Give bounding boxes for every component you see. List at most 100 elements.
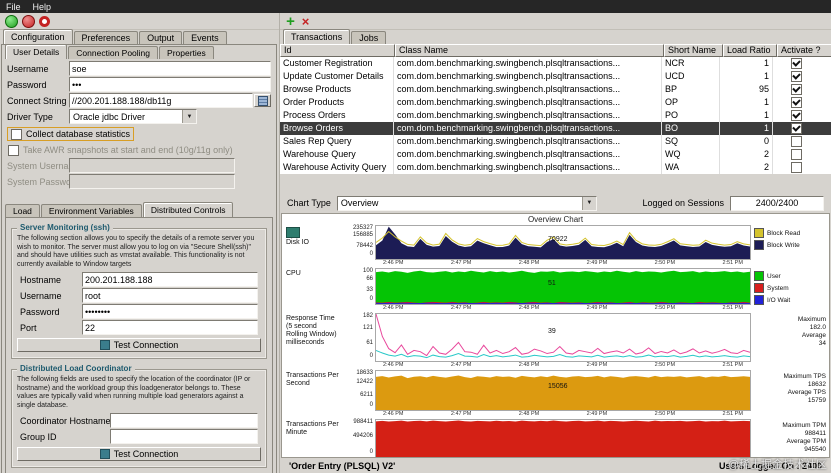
- tab-preferences[interactable]: Preferences: [74, 31, 139, 44]
- cell-cls: com.dom.benchmarking.swingbench.plsqltra…: [394, 161, 662, 174]
- start-benchmark-icon[interactable]: [5, 15, 18, 28]
- chart-row-4: Transactions Per Minute98841149420602:46…: [282, 419, 829, 458]
- delete-transaction-icon[interactable]: ×: [300, 16, 311, 27]
- port-input[interactable]: [82, 320, 258, 335]
- table-row[interactable]: Browse Orderscom.dom.benchmarking.swingb…: [280, 122, 831, 135]
- chevron-down-icon[interactable]: ▼: [582, 197, 596, 210]
- column-header-1[interactable]: Class Name: [395, 44, 664, 57]
- cell-ratio: 2: [720, 161, 773, 174]
- cell-cls: com.dom.benchmarking.swingbench.plsqltra…: [394, 96, 662, 109]
- tab-user-details[interactable]: User Details: [5, 44, 67, 59]
- tab-transactions[interactable]: Transactions: [283, 29, 350, 44]
- activate-checkbox[interactable]: [791, 110, 802, 121]
- benchmark-name: 'Order Entry (PLSQL) V2': [289, 461, 395, 471]
- cell-id: Update Customer Details: [280, 70, 394, 83]
- awr-row: Take AWR snapshots at start and end (10g…: [8, 144, 270, 156]
- tab-configuration[interactable]: Configuration: [3, 29, 73, 44]
- chart-annotation: 70922: [548, 236, 567, 243]
- cell-ratio: 1: [720, 122, 773, 135]
- tab-load[interactable]: Load: [5, 204, 40, 217]
- tab-connection-pooling[interactable]: Connection Pooling: [68, 46, 158, 59]
- activate-checkbox[interactable]: [791, 136, 802, 147]
- column-header-0[interactable]: Id: [280, 44, 395, 57]
- right-panel: + × Transactions Jobs IdClass NameShort …: [279, 13, 831, 473]
- main-tabs: Configuration Preferences Output Events: [0, 30, 279, 44]
- cell-activate: [773, 83, 820, 96]
- table-row[interactable]: Process Orderscom.dom.benchmarking.swing…: [280, 109, 831, 122]
- menu-help[interactable]: Help: [33, 2, 52, 12]
- hostname-input[interactable]: [82, 272, 258, 287]
- table-row[interactable]: Order Productscom.dom.benchmarking.swing…: [280, 96, 831, 109]
- chevron-down-icon[interactable]: ▼: [182, 110, 196, 123]
- activate-checkbox[interactable]: [791, 71, 802, 82]
- tab-properties[interactable]: Properties: [159, 46, 214, 59]
- menu-file[interactable]: File: [6, 2, 21, 12]
- cell-ratio: 95: [720, 83, 773, 96]
- activate-checkbox[interactable]: [791, 123, 802, 134]
- group-id-input[interactable]: [110, 429, 258, 444]
- grid-icon: [258, 96, 268, 106]
- coordinator-hostname-input[interactable]: [110, 413, 258, 428]
- activate-checkbox[interactable]: [791, 84, 802, 95]
- chart-accent-swatch: [286, 227, 300, 238]
- chart-legend: UserSystemI/O Wait: [751, 268, 829, 313]
- collect-stats-row: Collect database statistics: [7, 127, 134, 141]
- cell-cls: com.dom.benchmarking.swingbench.plsqltra…: [394, 109, 662, 122]
- table-row[interactable]: Customer Registrationcom.dom.benchmarkin…: [280, 57, 831, 70]
- cell-id: Browse Orders: [280, 122, 394, 135]
- tab-events[interactable]: Events: [183, 31, 227, 44]
- driver-type-combo[interactable]: Oracle jdbc Driver ▼: [69, 109, 197, 124]
- column-header-3[interactable]: Load Ratio: [723, 44, 777, 57]
- cell-activate: [773, 109, 820, 122]
- tab-output[interactable]: Output: [139, 31, 182, 44]
- ssh-password-input[interactable]: [82, 304, 258, 319]
- overview-chart-title: Overview Chart: [282, 214, 829, 225]
- transactions-toolbar: + ×: [280, 13, 831, 30]
- table-row[interactable]: Update Customer Detailscom.dom.benchmark…: [280, 70, 831, 83]
- ssh-username-input[interactable]: [82, 288, 258, 303]
- halt-icon[interactable]: [39, 16, 50, 27]
- chart-label: CPU: [282, 268, 341, 313]
- table-row[interactable]: Warehouse Activity Querycom.dom.benchmar…: [280, 161, 831, 174]
- activate-checkbox[interactable]: [791, 162, 802, 173]
- cell-id: Warehouse Activity Query: [280, 161, 394, 174]
- tab-distributed-controls[interactable]: Distributed Controls: [143, 202, 234, 217]
- chart-type-combo[interactable]: Overview ▼: [337, 196, 597, 211]
- block-write-swatch: [754, 240, 764, 250]
- password-input[interactable]: [69, 77, 271, 92]
- table-row[interactable]: Warehouse Querycom.dom.benchmarking.swin…: [280, 148, 831, 161]
- cell-activate: [773, 135, 820, 148]
- watermark: @稀土掘金技术社区: [728, 456, 827, 472]
- activate-checkbox[interactable]: [791, 58, 802, 69]
- chart-annotation: 39: [548, 328, 556, 335]
- load-tabs: Load Environment Variables Distributed C…: [2, 203, 276, 217]
- username-label: Username: [7, 64, 69, 74]
- test-connection-label: Test Connection: [114, 340, 179, 350]
- cell-activate: [773, 148, 820, 161]
- tab-jobs[interactable]: Jobs: [351, 31, 386, 44]
- connect-string-input[interactable]: [69, 93, 253, 108]
- column-header-4[interactable]: Activate ?: [777, 44, 831, 57]
- stop-benchmark-icon[interactable]: [22, 15, 35, 28]
- activate-checkbox[interactable]: [791, 97, 802, 108]
- column-header-2[interactable]: Short Name: [664, 44, 723, 57]
- activate-checkbox[interactable]: [791, 149, 802, 160]
- coordinator-title: Distributed Load Coordinator: [17, 364, 135, 373]
- cell-ratio: 1: [720, 57, 773, 70]
- collect-stats-checkbox[interactable]: [11, 129, 22, 140]
- tab-environment-variables[interactable]: Environment Variables: [41, 204, 142, 217]
- add-transaction-icon[interactable]: +: [285, 16, 296, 27]
- configuration-pane: User Details Connection Pooling Properti…: [1, 44, 277, 473]
- cell-ratio: 0: [720, 135, 773, 148]
- username-input[interactable]: [69, 61, 271, 76]
- table-row[interactable]: Browse Productscom.dom.benchmarking.swin…: [280, 83, 831, 96]
- connect-string-browse-button[interactable]: [254, 94, 271, 107]
- test-connection-button[interactable]: Test Connection: [17, 338, 261, 352]
- chart-y-axis: 9884114942060: [341, 419, 375, 456]
- system-swatch: [754, 283, 764, 293]
- coordinator-test-connection-button[interactable]: Test Connection: [17, 447, 261, 461]
- chart-legend: Maximum TPS18632Average TPS15759: [751, 370, 829, 419]
- sessions-field: 2400/2400: [730, 196, 824, 211]
- table-row[interactable]: Sales Rep Querycom.dom.benchmarking.swin…: [280, 135, 831, 148]
- user-swatch: [754, 271, 764, 281]
